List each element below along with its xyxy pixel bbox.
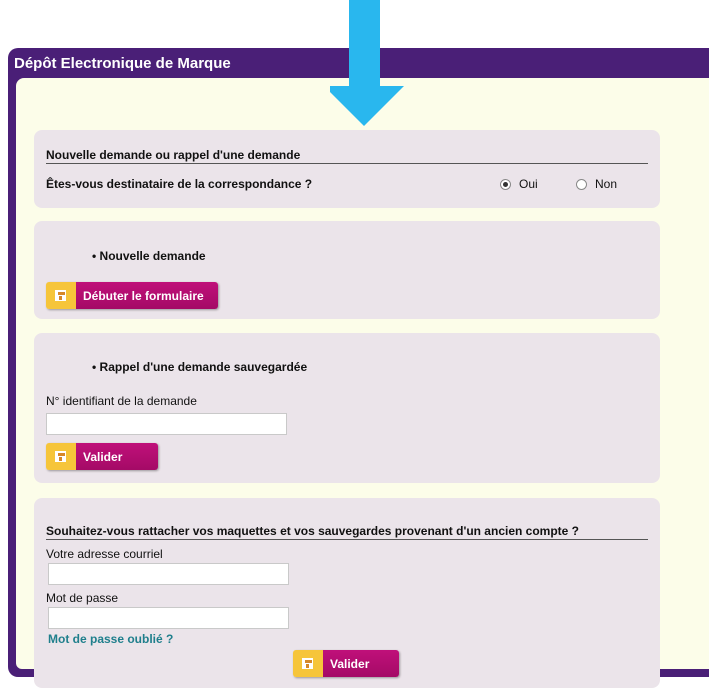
- recall-panel: • Rappel d'une demande sauvegardée N° id…: [34, 333, 660, 483]
- recall-validate-button[interactable]: Valider: [46, 443, 159, 470]
- forgot-password-link[interactable]: Mot de passe oublié ?: [48, 632, 173, 646]
- password-label: Mot de passe: [46, 591, 119, 605]
- link-account-panel: Souhaitez-vous rattacher vos maquettes e…: [34, 498, 660, 688]
- request-id-input[interactable]: [46, 413, 287, 435]
- radio-label: Oui: [519, 177, 538, 191]
- start-form-label: Débuter le formulaire: [76, 282, 218, 309]
- correspondence-question: Êtes-vous destinataire de la corresponda…: [46, 177, 313, 191]
- link-account-heading: Souhaitez-vous rattacher vos maquettes e…: [46, 524, 579, 538]
- radio-button[interactable]: [576, 178, 587, 190]
- down-arrow-icon: [330, 0, 404, 126]
- form-icon: [46, 443, 76, 470]
- main-frame: Dépôt Electronique de Marque Nouvelle de…: [8, 48, 709, 688]
- link-validate-button[interactable]: Valider: [293, 650, 400, 677]
- divider: [46, 539, 648, 540]
- recall-validate-label: Valider: [76, 443, 159, 470]
- password-input[interactable]: [48, 607, 289, 629]
- correspondence-heading: Nouvelle demande ou rappel d'une demande: [46, 148, 301, 162]
- form-icon: [293, 650, 323, 677]
- page-title: Dépôt Electronique de Marque: [14, 55, 231, 72]
- request-id-label: N° identifiant de la demande: [46, 394, 197, 408]
- new-request-panel: • Nouvelle demande Débuter le formulaire: [34, 221, 660, 319]
- recall-title: • Rappel d'une demande sauvegardée: [92, 360, 308, 374]
- radio-oui[interactable]: Oui: [500, 177, 538, 191]
- email-input[interactable]: [48, 563, 289, 585]
- divider: [46, 163, 648, 164]
- email-label: Votre adresse courriel: [46, 547, 163, 561]
- radio-button[interactable]: [500, 178, 511, 190]
- form-icon: [46, 282, 76, 309]
- correspondence-panel: Nouvelle demande ou rappel d'une demande…: [34, 130, 660, 208]
- content-area: Nouvelle demande ou rappel d'une demande…: [16, 78, 709, 688]
- radio-non[interactable]: Non: [576, 177, 617, 191]
- new-request-title: • Nouvelle demande: [92, 249, 206, 263]
- start-form-button[interactable]: Débuter le formulaire: [46, 282, 218, 309]
- radio-label: Non: [595, 177, 618, 191]
- link-validate-label: Valider: [323, 650, 400, 677]
